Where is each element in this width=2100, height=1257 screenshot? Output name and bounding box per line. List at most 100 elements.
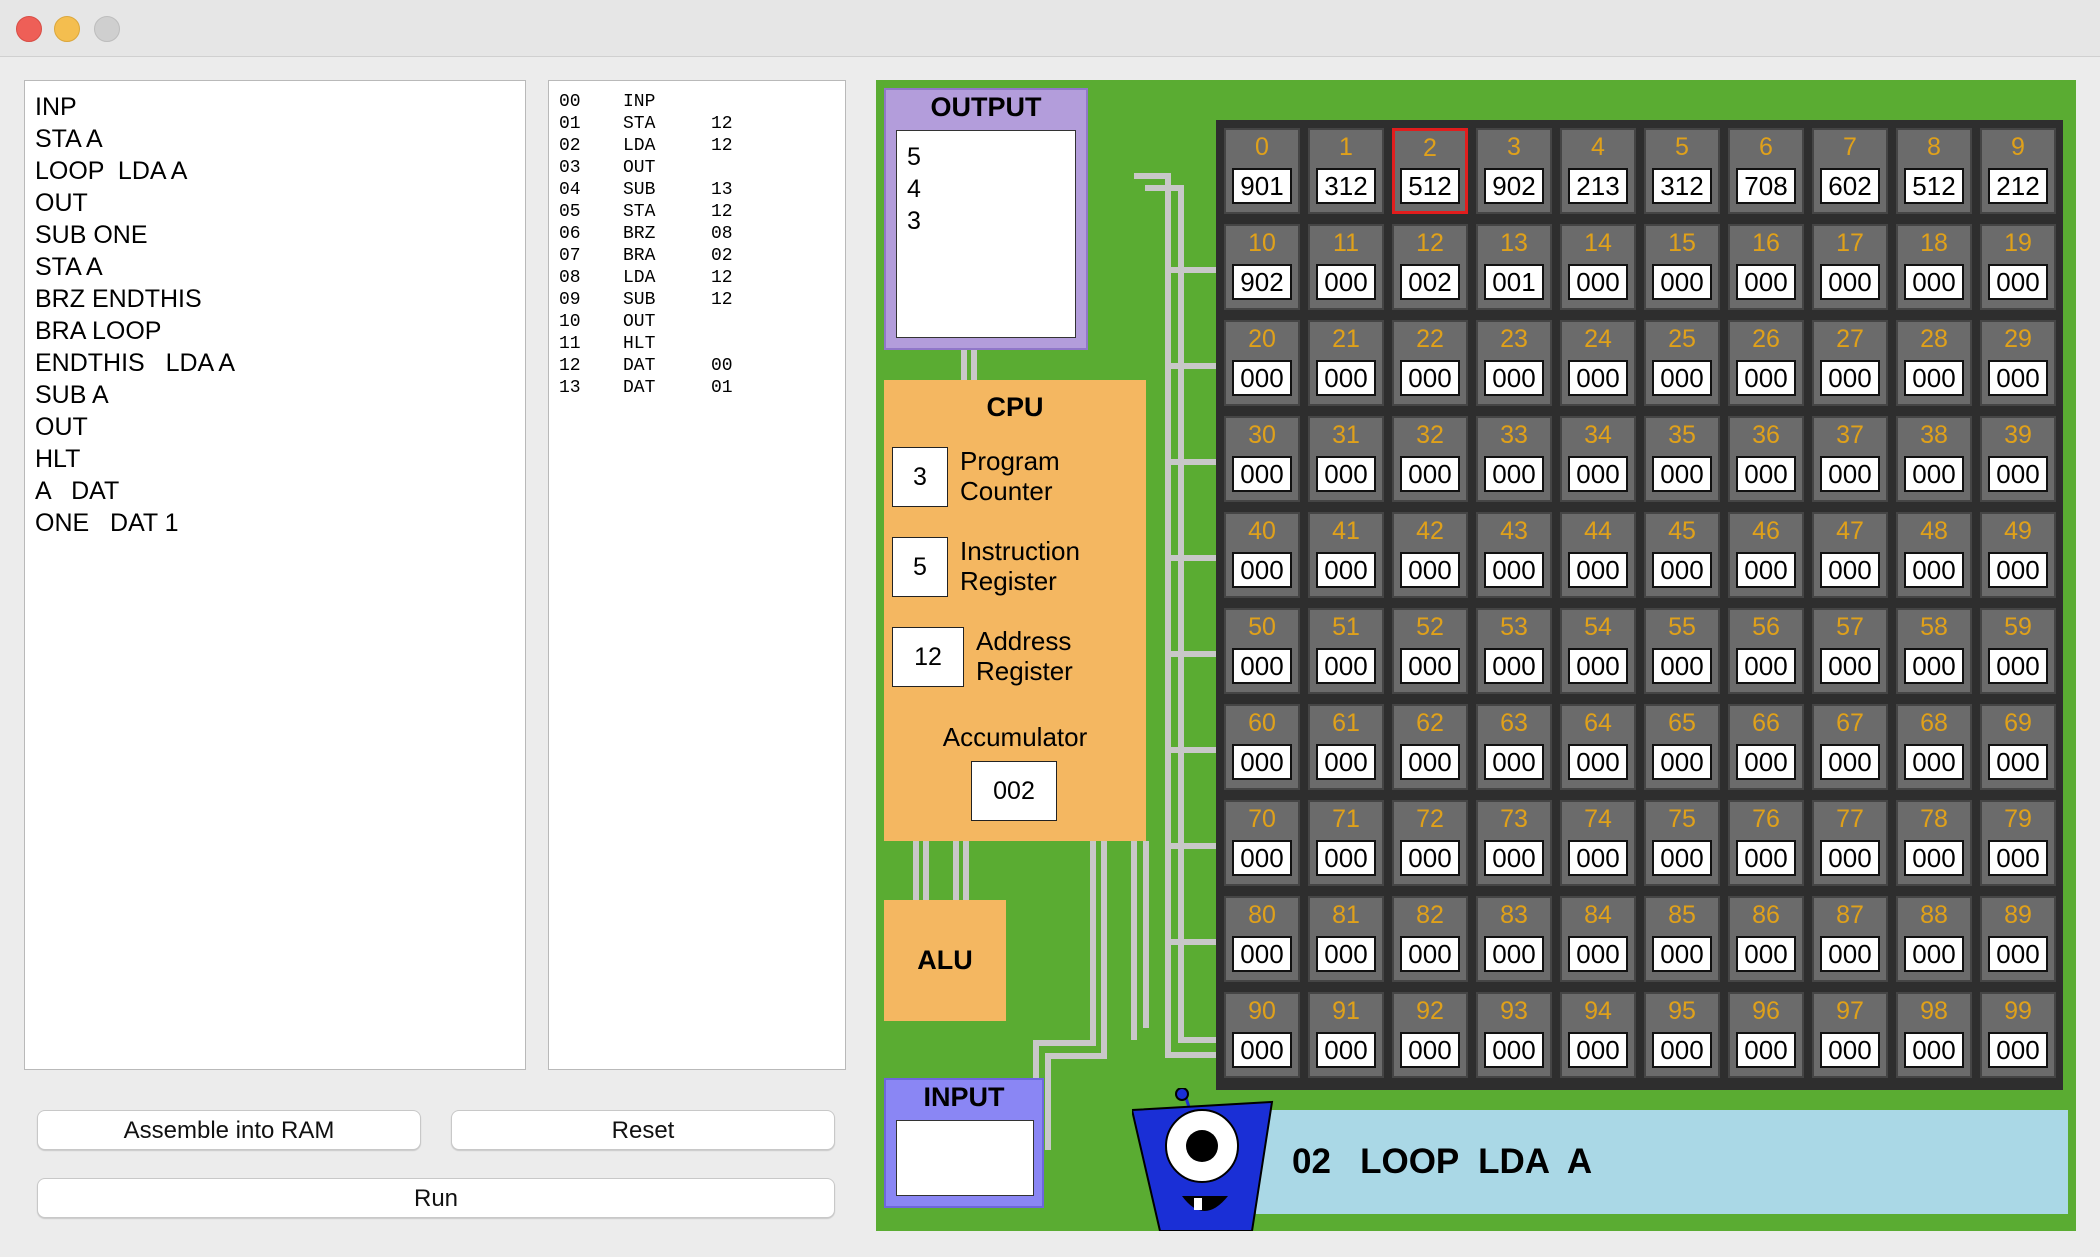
run-button[interactable]: Run [37, 1178, 835, 1218]
ram-cell[interactable]: 61 000 [1308, 704, 1384, 790]
ram-cell[interactable]: 15 000 [1644, 224, 1720, 310]
ram-cell[interactable]: 2 512 [1392, 128, 1468, 214]
ram-cell[interactable]: 51 000 [1308, 608, 1384, 694]
ram-cell[interactable]: 74 000 [1560, 800, 1636, 886]
ram-cell[interactable]: 55 000 [1644, 608, 1720, 694]
ram-cell[interactable]: 29 000 [1980, 320, 2056, 406]
ram-cell[interactable]: 9 212 [1980, 128, 2056, 214]
ram-cell[interactable]: 43 000 [1476, 512, 1552, 598]
input-field[interactable] [896, 1120, 1034, 1196]
ram-cell[interactable]: 78 000 [1896, 800, 1972, 886]
ram-cell[interactable]: 92 000 [1392, 992, 1468, 1078]
ram-cell[interactable]: 82 000 [1392, 896, 1468, 982]
ram-cell[interactable]: 98 000 [1896, 992, 1972, 1078]
ram-cell[interactable]: 83 000 [1476, 896, 1552, 982]
ram-cell[interactable]: 21 000 [1308, 320, 1384, 406]
ram-cell[interactable]: 6 708 [1728, 128, 1804, 214]
ram-cell[interactable]: 37 000 [1812, 416, 1888, 502]
ram-cell[interactable]: 14 000 [1560, 224, 1636, 310]
ram-cell[interactable]: 57 000 [1812, 608, 1888, 694]
ram-cell[interactable]: 23 000 [1476, 320, 1552, 406]
ram-cell[interactable]: 50 000 [1224, 608, 1300, 694]
ram-cell[interactable]: 48 000 [1896, 512, 1972, 598]
ram-cell[interactable]: 88 000 [1896, 896, 1972, 982]
ram-cell[interactable]: 4 213 [1560, 128, 1636, 214]
ram-cell[interactable]: 47 000 [1812, 512, 1888, 598]
ram-cell[interactable]: 77 000 [1812, 800, 1888, 886]
ram-cell[interactable]: 75 000 [1644, 800, 1720, 886]
ram-cell[interactable]: 16 000 [1728, 224, 1804, 310]
ram-cell[interactable]: 66 000 [1728, 704, 1804, 790]
ram-cell[interactable]: 70 000 [1224, 800, 1300, 886]
ram-cell[interactable]: 79 000 [1980, 800, 2056, 886]
ram-cell[interactable]: 46 000 [1728, 512, 1804, 598]
ram-cell[interactable]: 7 602 [1812, 128, 1888, 214]
ram-cell[interactable]: 26 000 [1728, 320, 1804, 406]
ram-cell[interactable]: 71 000 [1308, 800, 1384, 886]
ram-cell[interactable]: 99 000 [1980, 992, 2056, 1078]
ram-cell[interactable]: 76 000 [1728, 800, 1804, 886]
ram-cell[interactable]: 39 000 [1980, 416, 2056, 502]
ram-cell[interactable]: 11 000 [1308, 224, 1384, 310]
ram-cell[interactable]: 65 000 [1644, 704, 1720, 790]
ram-cell[interactable]: 93 000 [1476, 992, 1552, 1078]
ram-cell[interactable]: 89 000 [1980, 896, 2056, 982]
ram-cell[interactable]: 44 000 [1560, 512, 1636, 598]
ram-cell[interactable]: 84 000 [1560, 896, 1636, 982]
ram-cell[interactable]: 0 901 [1224, 128, 1300, 214]
close-window-button[interactable] [16, 16, 42, 42]
ram-cell[interactable]: 64 000 [1560, 704, 1636, 790]
ram-cell[interactable]: 25 000 [1644, 320, 1720, 406]
ram-cell[interactable]: 36 000 [1728, 416, 1804, 502]
ram-cell[interactable]: 24 000 [1560, 320, 1636, 406]
ram-cell[interactable]: 27 000 [1812, 320, 1888, 406]
ram-cell[interactable]: 80 000 [1224, 896, 1300, 982]
ram-cell[interactable]: 87 000 [1812, 896, 1888, 982]
ram-cell[interactable]: 90 000 [1224, 992, 1300, 1078]
ram-cell[interactable]: 58 000 [1896, 608, 1972, 694]
ram-cell[interactable]: 17 000 [1812, 224, 1888, 310]
ram-cell[interactable]: 59 000 [1980, 608, 2056, 694]
ram-cell[interactable]: 1 312 [1308, 128, 1384, 214]
ram-cell[interactable]: 56 000 [1728, 608, 1804, 694]
ram-cell[interactable]: 30 000 [1224, 416, 1300, 502]
ram-cell[interactable]: 63 000 [1476, 704, 1552, 790]
ram-cell[interactable]: 33 000 [1476, 416, 1552, 502]
ram-cell[interactable]: 40 000 [1224, 512, 1300, 598]
ram-cell[interactable]: 45 000 [1644, 512, 1720, 598]
ram-cell[interactable]: 95 000 [1644, 992, 1720, 1078]
ram-cell[interactable]: 13 001 [1476, 224, 1552, 310]
ram-cell[interactable]: 28 000 [1896, 320, 1972, 406]
ram-cell[interactable]: 96 000 [1728, 992, 1804, 1078]
ram-cell[interactable]: 91 000 [1308, 992, 1384, 1078]
ram-cell[interactable]: 94 000 [1560, 992, 1636, 1078]
ram-cell[interactable]: 20 000 [1224, 320, 1300, 406]
source-code-editor[interactable]: INP STA A LOOP LDA A OUT SUB ONE STA A BRZ END… [24, 80, 526, 1070]
ram-cell[interactable]: 42 000 [1392, 512, 1468, 598]
ram-cell[interactable]: 3 902 [1476, 128, 1552, 214]
ram-cell[interactable]: 60 000 [1224, 704, 1300, 790]
ram-cell[interactable]: 5 312 [1644, 128, 1720, 214]
ram-cell[interactable]: 19 000 [1980, 224, 2056, 310]
ram-cell[interactable]: 53 000 [1476, 608, 1552, 694]
ram-cell[interactable]: 32 000 [1392, 416, 1468, 502]
ram-cell[interactable]: 35 000 [1644, 416, 1720, 502]
ram-cell[interactable]: 97 000 [1812, 992, 1888, 1078]
ram-cell[interactable]: 10 902 [1224, 224, 1300, 310]
ram-cell[interactable]: 72 000 [1392, 800, 1468, 886]
ram-cell[interactable]: 8 512 [1896, 128, 1972, 214]
ram-cell[interactable]: 85 000 [1644, 896, 1720, 982]
ram-cell[interactable]: 73 000 [1476, 800, 1552, 886]
ram-cell[interactable]: 86 000 [1728, 896, 1804, 982]
ram-cell[interactable]: 54 000 [1560, 608, 1636, 694]
ram-cell[interactable]: 49 000 [1980, 512, 2056, 598]
ram-cell[interactable]: 52 000 [1392, 608, 1468, 694]
ram-cell[interactable]: 67 000 [1812, 704, 1888, 790]
ram-cell[interactable]: 18 000 [1896, 224, 1972, 310]
reset-button[interactable]: Reset [451, 1110, 835, 1150]
ram-cell[interactable]: 81 000 [1308, 896, 1384, 982]
ram-cell[interactable]: 34 000 [1560, 416, 1636, 502]
assemble-into-ram-button[interactable]: Assemble into RAM [37, 1110, 421, 1150]
ram-cell[interactable]: 41 000 [1308, 512, 1384, 598]
maximize-window-button[interactable] [94, 16, 120, 42]
